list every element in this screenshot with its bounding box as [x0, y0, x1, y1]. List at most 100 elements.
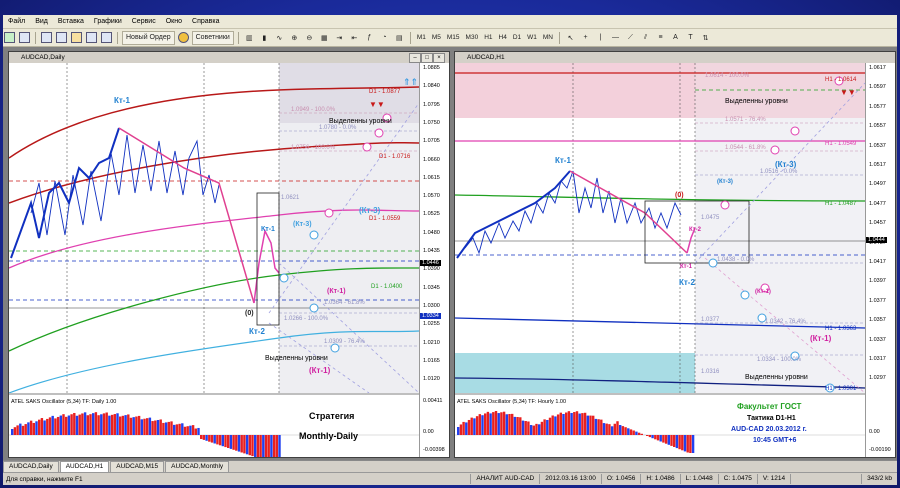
fibo-label: 1.0334 - 100.0%	[757, 357, 802, 363]
chart-workspace: AUDCAD,Daily – □ × ⇑⇑ ▼▼ Кт-1 Кт-1 Кт-2 …	[3, 47, 897, 460]
oscillator-bar	[248, 435, 251, 456]
oscillator-bar	[270, 435, 273, 457]
tf-d1[interactable]: D1	[511, 34, 523, 41]
zoom-in-icon[interactable]: ⊕	[288, 31, 301, 44]
tf-h4[interactable]: H4	[497, 34, 509, 41]
price-chart[interactable]: ⇑⇑ ▼▼ Кт-1 Кт-1 Кт-2 (Кт-3) (Кт-3) (Кт-1…	[9, 63, 419, 457]
fibo-label: 1.0621	[281, 195, 300, 201]
tf-m15[interactable]: M15	[445, 34, 462, 41]
menu-view[interactable]: Вид	[30, 18, 53, 25]
fibo-icon[interactable]: ≡	[654, 31, 667, 44]
window-title-text: AUDCAD,Daily	[21, 54, 65, 61]
menu-help[interactable]: Справка	[187, 18, 224, 25]
level-label: H1 - 1.0614	[825, 77, 857, 83]
oscillator-bar	[181, 423, 184, 435]
oscillator-bar	[124, 415, 127, 435]
data-window-icon[interactable]	[55, 31, 68, 44]
metaeditor-icon[interactable]	[177, 31, 190, 44]
tab-audcad-h1[interactable]: AUDCAD,H1	[59, 461, 110, 472]
candles-icon[interactable]: ▮	[258, 31, 271, 44]
text-icon[interactable]: A	[669, 31, 682, 44]
autoscroll-icon[interactable]: ⇥	[333, 31, 346, 44]
tab-audcad-daily[interactable]: AUDCAD,Daily	[3, 461, 59, 472]
menu-charts[interactable]: Графики	[89, 18, 127, 25]
chart-window-h1[interactable]: AUDCAD,H1 ▼▼ Кт-1 Кт-1 Кт-2 Кт-2 (Кт-3) …	[454, 51, 896, 458]
templates-icon[interactable]: ▤	[393, 31, 406, 44]
new-order-button[interactable]: Новый Ордер	[122, 30, 175, 45]
tf-h1[interactable]: H1	[482, 34, 494, 41]
indicators-icon[interactable]: ƒ	[363, 31, 376, 44]
oscillator-bar	[119, 416, 122, 435]
new-chart-icon[interactable]	[3, 31, 16, 44]
tab-audcad-monthly[interactable]: AUDCAD,Monthly	[165, 461, 230, 472]
new-order-label: Новый Ордер	[126, 34, 171, 41]
status-traffic: 343/2 kb	[861, 474, 897, 484]
experts-button[interactable]: Советники	[191, 30, 234, 45]
oscillator-bar	[140, 419, 143, 435]
label-kt1: Кт-1	[261, 226, 275, 233]
channel-icon[interactable]: ⫽	[639, 31, 652, 44]
cursor-icon[interactable]: ↖	[564, 31, 577, 44]
oscillator-bar	[89, 414, 92, 435]
profiles-icon[interactable]	[18, 31, 31, 44]
tab-audcad-m15[interactable]: AUDCAD,M15	[110, 461, 165, 472]
tester-icon[interactable]	[100, 31, 113, 44]
oscillator-bar	[151, 421, 154, 435]
label-kt3: (Кт-3)	[717, 179, 733, 185]
trendline-icon[interactable]: ⟋	[624, 31, 637, 44]
terminal-icon[interactable]	[85, 31, 98, 44]
oscillator-bar	[102, 413, 106, 435]
oscillator-bar	[597, 419, 600, 435]
zoom-out-icon[interactable]: ⊖	[303, 31, 316, 44]
oscillator-bar	[667, 435, 670, 445]
window-title: AUDCAD,Daily – □ ×	[9, 52, 449, 63]
line-chart-icon[interactable]: ∿	[273, 31, 286, 44]
oscillator-bar	[197, 427, 200, 435]
oscillator-bar	[664, 435, 668, 444]
vertical-line-icon[interactable]: |	[594, 31, 607, 44]
tf-m5[interactable]: M5	[430, 34, 443, 41]
oscillator-bar	[178, 423, 181, 435]
target-circle	[708, 258, 718, 268]
label-kt3: (Кт-3)	[775, 160, 797, 169]
tf-w1[interactable]: W1	[525, 34, 539, 41]
oscillator-bar	[191, 425, 195, 435]
oscillator-bar	[200, 435, 203, 439]
chart-window-daily[interactable]: AUDCAD,Daily – □ × ⇑⇑ ▼▼ Кт-1 Кт-1 Кт-2 …	[8, 51, 450, 458]
target-circle	[720, 200, 730, 210]
level-label: D1 - 1.0716	[379, 154, 411, 160]
arrows-icon[interactable]: ⇅	[699, 31, 712, 44]
market-watch-icon[interactable]	[40, 31, 53, 44]
menu-tools[interactable]: Сервис	[127, 18, 161, 25]
price-scale[interactable]: 1.0885 1.0840 1.0795 1.0750 1.0705 1.0660 1.06…	[419, 63, 449, 457]
tile-windows-icon[interactable]: ▦	[318, 31, 331, 44]
close-button[interactable]: ×	[433, 53, 445, 63]
tf-m1[interactable]: M1	[415, 34, 428, 41]
horizontal-line-icon[interactable]: —	[609, 31, 622, 44]
label-icon[interactable]: T	[684, 31, 697, 44]
minimize-button[interactable]: –	[409, 53, 421, 63]
chart-shift-icon[interactable]: ⇤	[348, 31, 361, 44]
price-scale[interactable]: 1.0617 1.0597 1.0577 1.0557 1.0537 1.0517 1.04…	[865, 63, 895, 457]
menu-file[interactable]: Файл	[3, 18, 30, 25]
price-tick: 1.0597	[869, 84, 886, 91]
bar-chart-icon[interactable]: ▥	[243, 31, 256, 44]
price-chart[interactable]: ▼▼ Кт-1 Кт-1 Кт-2 Кт-2 (Кт-3) (Кт-3) (Кт…	[455, 63, 865, 457]
crosshair-icon[interactable]: +	[579, 31, 592, 44]
maximize-button[interactable]: □	[421, 53, 433, 63]
menu-window[interactable]: Окно	[161, 18, 187, 25]
label-kt3: (Кт-3)	[359, 206, 381, 215]
status-profile[interactable]: АНАЛИТ AUD-CAD	[470, 474, 539, 484]
price-tick: 1.0357	[869, 317, 886, 324]
menu-insert[interactable]: Вставка	[53, 18, 89, 25]
oscillator-bar	[508, 413, 511, 435]
periods-icon[interactable]: ◔	[378, 31, 391, 44]
navigator-icon[interactable]	[70, 31, 83, 44]
oscillator-bar	[48, 417, 52, 435]
oscillator-bar	[521, 420, 525, 435]
tf-mn[interactable]: MN	[541, 34, 555, 41]
window-title: AUDCAD,H1	[455, 52, 895, 63]
oscillator-bar	[594, 418, 598, 435]
tf-m30[interactable]: M30	[464, 34, 481, 41]
fibo-label: 1.0544 - 61.8%	[725, 145, 766, 151]
